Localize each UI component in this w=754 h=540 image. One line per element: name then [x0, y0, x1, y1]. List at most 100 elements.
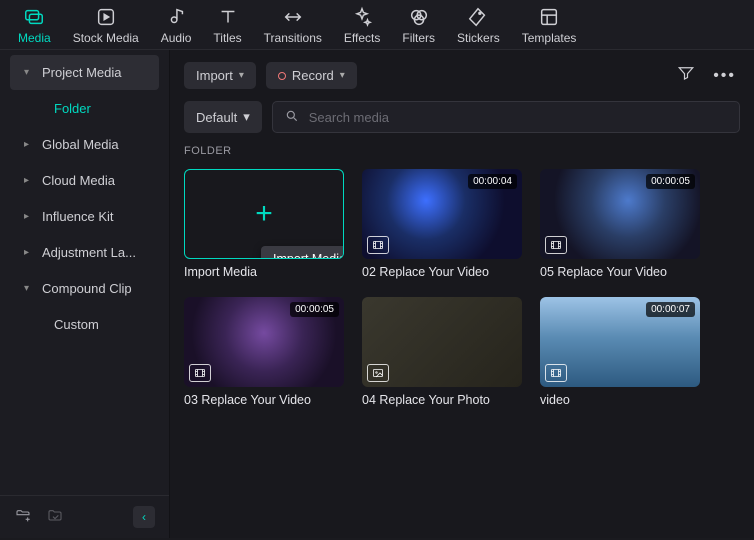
search-input-container	[272, 101, 740, 133]
sidebar-subitem[interactable]: Folder	[4, 91, 165, 126]
media-card: 00:00:05 05 Replace Your Video	[540, 169, 700, 279]
titles-icon	[217, 6, 239, 28]
import-media-tile[interactable]: + Import Media	[184, 169, 344, 259]
section-label: FOLDER	[170, 145, 754, 165]
caret-icon: ▾	[24, 283, 34, 294]
card-title: video	[540, 393, 700, 407]
sidebar-item-label: Influence Kit	[42, 209, 114, 224]
filters-icon	[408, 6, 430, 28]
sidebar-item[interactable]: ▸ Adjustment La...	[10, 235, 159, 270]
sidebar-item-label: Adjustment La...	[42, 245, 136, 260]
duration-badge: 00:00:04	[468, 174, 517, 189]
sort-label: Default	[196, 110, 237, 125]
record-icon	[278, 72, 286, 80]
search-bar: Default ▾	[170, 101, 754, 145]
media-card: + Import Media Import Media	[184, 169, 344, 279]
top-nav: Media Stock Media Audio Titles Transitions Ef…	[0, 0, 754, 50]
duration-badge: 00:00:05	[646, 174, 695, 189]
record-label: Record	[292, 68, 334, 83]
chevron-down-icon: ▾	[340, 70, 345, 81]
tab-titles[interactable]: Titles	[213, 6, 241, 45]
image-icon	[367, 364, 389, 382]
import-button[interactable]: Import ▾	[184, 62, 256, 89]
film-icon	[545, 236, 567, 254]
card-title: 05 Replace Your Video	[540, 265, 700, 279]
content-toolbar: Import ▾ Record ▾ •••	[170, 50, 754, 101]
tab-label: Stock Media	[73, 31, 139, 45]
chevron-down-icon: ▾	[239, 70, 244, 81]
tab-label: Templates	[522, 31, 577, 45]
caret-icon: ▸	[24, 139, 34, 150]
tab-label: Stickers	[457, 31, 500, 45]
stickers-icon	[467, 6, 489, 28]
effects-icon	[351, 6, 373, 28]
tab-filters[interactable]: Filters	[402, 6, 435, 45]
sidebar-item[interactable]: ▸Influence Kit	[10, 199, 159, 234]
new-folder-icon[interactable]	[14, 508, 32, 527]
import-label: Import	[196, 68, 233, 83]
tab-audio[interactable]: Audio	[161, 6, 192, 45]
sidebar-item[interactable]: ▸Cloud Media	[10, 163, 159, 198]
tab-label: Transitions	[264, 31, 322, 45]
media-card: 00:00:07 video	[540, 297, 700, 407]
sidebar-item-label: Compound Clip	[42, 281, 132, 296]
media-card: 00:00:04 02 Replace Your Video	[362, 169, 522, 279]
transitions-icon	[282, 6, 304, 28]
media-thumbnail[interactable]: 00:00:04	[362, 169, 522, 259]
sidebar-item[interactable]: ▾ Compound Clip	[10, 271, 159, 306]
sidebar-item-label: Project Media	[42, 65, 121, 80]
media-thumbnail[interactable]	[362, 297, 522, 387]
sidebar-item-label: Global Media	[42, 137, 119, 152]
duration-badge: 00:00:07	[646, 302, 695, 317]
chevron-down-icon: ▾	[243, 109, 250, 125]
tab-stock[interactable]: Stock Media	[73, 6, 139, 45]
film-icon	[189, 364, 211, 382]
tab-effects[interactable]: Effects	[344, 6, 380, 45]
tab-stickers[interactable]: Stickers	[457, 6, 500, 45]
film-icon	[367, 236, 389, 254]
sidebar-item[interactable]: ▸ Global Media	[10, 127, 159, 162]
more-icon[interactable]: •••	[709, 63, 740, 89]
film-icon	[545, 364, 567, 382]
card-title: Import Media	[184, 265, 344, 279]
media-grid: + Import Media Import Media 00:00:04 02 Repl…	[170, 165, 754, 411]
sidebar: ▾Project MediaFolder▸Global Media▸Cloud …	[0, 50, 170, 538]
media-thumbnail[interactable]: 00:00:07	[540, 297, 700, 387]
plus-icon: +	[255, 197, 273, 231]
templates-icon	[538, 6, 560, 28]
link-folder-icon[interactable]	[46, 508, 64, 527]
tab-label: Titles	[213, 31, 241, 45]
media-card: 04 Replace Your Photo	[362, 297, 522, 407]
tab-label: Filters	[402, 31, 435, 45]
tab-label: Media	[18, 31, 51, 45]
audio-icon	[165, 6, 187, 28]
sidebar-item[interactable]: ▾ Project Media	[10, 55, 159, 90]
search-icon	[285, 109, 299, 126]
card-title: 04 Replace Your Photo	[362, 393, 522, 407]
sidebar-subitem[interactable]: Custom	[4, 307, 165, 342]
filter-icon[interactable]	[673, 60, 699, 91]
tooltip: Import Media	[261, 246, 344, 259]
media-thumbnail[interactable]: 00:00:05	[184, 297, 344, 387]
duration-badge: 00:00:05	[290, 302, 339, 317]
caret-icon: ▸	[24, 247, 34, 258]
media-card: 00:00:05 03 Replace Your Video	[184, 297, 344, 407]
sidebar-item-label: Cloud Media	[42, 173, 115, 188]
sidebar-bottom-bar: ‹	[0, 495, 169, 538]
card-title: 03 Replace Your Video	[184, 393, 344, 407]
tab-media[interactable]: Media	[18, 6, 51, 45]
collapse-sidebar-button[interactable]: ‹	[133, 506, 155, 528]
tab-label: Audio	[161, 31, 192, 45]
caret-icon: ▾	[24, 67, 34, 78]
stock-icon	[95, 6, 117, 28]
tab-transitions[interactable]: Transitions	[264, 6, 322, 45]
tab-label: Effects	[344, 31, 380, 45]
media-icon	[23, 6, 45, 28]
tab-templates[interactable]: Templates	[522, 6, 577, 45]
record-button[interactable]: Record ▾	[266, 62, 357, 89]
search-input[interactable]	[309, 102, 727, 132]
sort-dropdown[interactable]: Default ▾	[184, 101, 262, 133]
media-thumbnail[interactable]: 00:00:05	[540, 169, 700, 259]
card-title: 02 Replace Your Video	[362, 265, 522, 279]
content-pane: Import ▾ Record ▾ ••• Default ▾	[170, 50, 754, 538]
